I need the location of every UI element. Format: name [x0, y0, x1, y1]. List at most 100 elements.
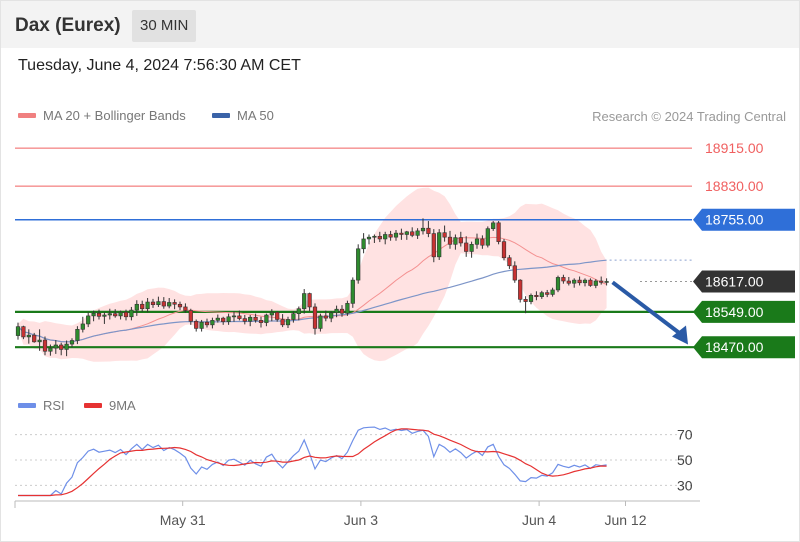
candle-body — [64, 343, 69, 350]
candle-body — [356, 248, 361, 281]
candle-body — [194, 320, 199, 329]
price-label-18755: 18755.00 — [705, 212, 764, 228]
candle-body — [96, 312, 102, 317]
candle-body — [447, 236, 453, 245]
candle-body — [21, 326, 26, 338]
candle-body — [280, 319, 285, 326]
candle-body — [145, 301, 150, 310]
candle-body — [183, 306, 188, 311]
candle-body — [123, 312, 129, 318]
candle-body — [523, 299, 528, 302]
candle — [194, 319, 199, 332]
candle-body — [221, 317, 226, 323]
candle-body — [107, 313, 112, 316]
candle-body — [80, 323, 85, 330]
candle — [501, 238, 507, 261]
candle-body — [366, 236, 372, 240]
candle-body — [161, 301, 166, 307]
candle — [361, 233, 366, 254]
candle-body — [393, 232, 399, 238]
candle-body — [285, 319, 291, 326]
candle-body — [388, 234, 393, 238]
candle-body — [404, 231, 409, 235]
candle-body — [302, 293, 307, 310]
candle-body — [177, 303, 183, 308]
candle-body — [350, 279, 355, 304]
forecast-arrow-shaft — [611, 280, 682, 336]
candle-body — [231, 315, 237, 318]
candle-body — [604, 281, 609, 283]
candle-body — [150, 301, 156, 306]
rsi-level-label: 50 — [677, 452, 693, 468]
candle — [437, 229, 442, 260]
candle-body — [167, 302, 172, 307]
candle — [485, 226, 490, 248]
candle-body — [188, 310, 193, 322]
candle-body — [377, 235, 382, 240]
candle-body — [512, 265, 517, 281]
candle-body — [269, 312, 274, 316]
candle-body — [545, 292, 550, 295]
candle-body — [329, 312, 334, 319]
candle-body — [15, 326, 21, 336]
rsi-level-label: 70 — [677, 427, 693, 443]
candle-body — [399, 232, 404, 235]
candle-body — [134, 303, 139, 311]
candle-body — [156, 301, 161, 306]
price-label-18617: 18617.00 — [705, 273, 764, 289]
candle-body — [215, 317, 220, 321]
candle-body — [312, 306, 318, 329]
candle-body — [26, 334, 31, 338]
candle-body — [53, 344, 58, 349]
candle-body — [210, 320, 215, 326]
candle-body — [129, 309, 134, 318]
candle — [469, 241, 474, 258]
candle-body — [42, 339, 48, 352]
x-tick-label: Jun 12 — [604, 512, 646, 528]
candle-body — [242, 318, 247, 322]
candle-body — [485, 228, 490, 246]
candle-body — [113, 313, 118, 317]
x-tick-label: May 31 — [160, 512, 206, 528]
candle-body — [566, 280, 571, 284]
candle-body — [453, 237, 458, 245]
bollinger-band — [18, 187, 607, 362]
candle-body — [264, 314, 269, 323]
price-label-18830: 18830.00 — [705, 178, 764, 194]
candle — [518, 279, 523, 303]
price-label-18915: 18915.00 — [705, 140, 764, 156]
candle — [356, 244, 361, 284]
candle-body — [442, 232, 447, 238]
candle — [21, 325, 26, 340]
candle-body — [420, 227, 426, 232]
candle — [555, 275, 561, 293]
candle-body — [226, 316, 231, 323]
candle-body — [296, 308, 301, 314]
x-tick-label: Jun 3 — [344, 512, 378, 528]
candle — [350, 277, 355, 308]
candle-body — [561, 277, 566, 282]
candle-body — [501, 241, 507, 259]
candle-body — [372, 235, 377, 238]
candle-body — [437, 232, 442, 258]
candle-body — [426, 227, 431, 234]
candle-body — [140, 303, 145, 310]
candle-body — [572, 279, 577, 284]
candle-body — [361, 238, 366, 250]
candle-body — [237, 315, 242, 319]
candle-body — [518, 279, 523, 300]
candle-body — [464, 242, 469, 252]
candle-body — [550, 289, 555, 295]
candle-body — [415, 230, 420, 236]
candle-body — [91, 312, 96, 317]
candle-body — [410, 231, 415, 236]
candle-body — [172, 302, 177, 305]
candle-body — [458, 237, 463, 244]
candle-body — [86, 315, 91, 325]
candle-body — [593, 280, 598, 286]
candle-body — [339, 308, 345, 314]
candle-body — [507, 257, 512, 267]
candle-body — [469, 244, 474, 252]
candle-body — [431, 233, 436, 258]
candle-body — [334, 308, 339, 314]
